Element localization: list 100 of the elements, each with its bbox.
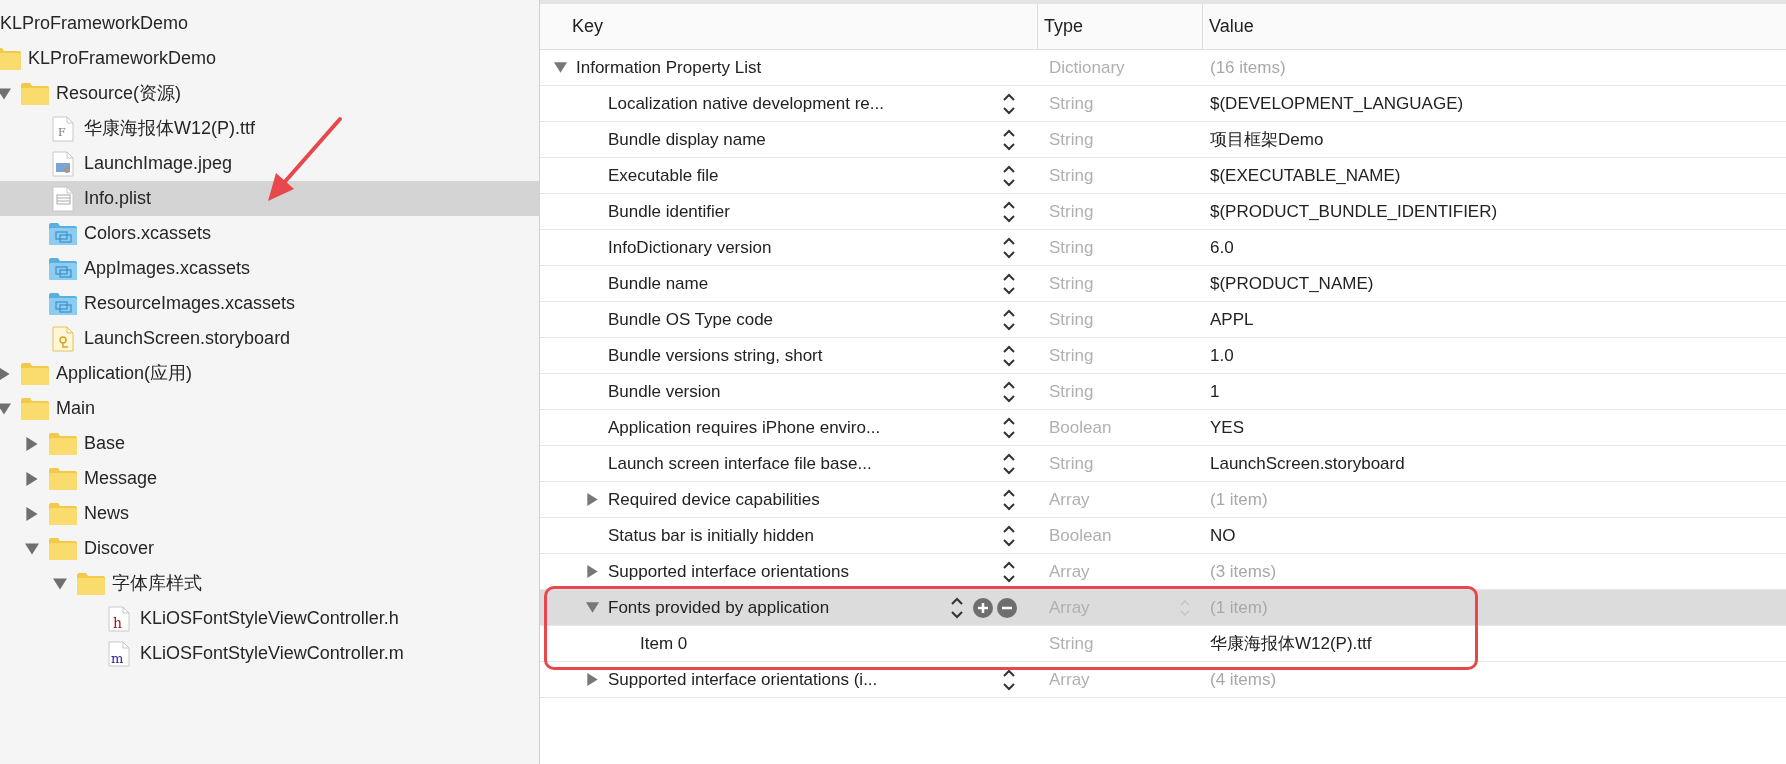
navigator-row[interactable]: KLProFrameworkDemo bbox=[0, 41, 539, 76]
navigator-row[interactable]: 字体库样式 bbox=[0, 566, 539, 601]
file-name: KLiOSFontStyleViewController.m bbox=[140, 642, 404, 665]
navigator-row[interactable]: Application(应用) bbox=[0, 356, 539, 391]
value-text: YES bbox=[1209, 416, 1245, 439]
file-name: 华康海报体W12(P).ttf bbox=[84, 117, 255, 140]
file-name: KLiOSFontStyleViewController.h bbox=[140, 607, 399, 630]
type-text: String bbox=[1049, 200, 1094, 223]
navigator-row[interactable]: h KLiOSFontStyleViewController.h bbox=[0, 601, 539, 636]
key-text: Supported interface orientations bbox=[608, 560, 849, 583]
navigator-row[interactable]: News bbox=[0, 496, 539, 531]
collapsed-triangle-icon[interactable] bbox=[0, 366, 11, 381]
navigator-row[interactable]: LaunchScreen.storyboard bbox=[0, 321, 539, 356]
key-text: Localization native development re... bbox=[608, 92, 884, 115]
key-text: Item 0 bbox=[640, 632, 688, 655]
key-text: Bundle name bbox=[608, 272, 709, 295]
file-name: Main bbox=[56, 397, 95, 420]
value-text: 6.0 bbox=[1209, 236, 1234, 259]
column-header[interactable]: Key bbox=[572, 13, 604, 40]
type-text: String bbox=[1049, 164, 1094, 187]
collapsed-triangle-icon[interactable] bbox=[586, 493, 599, 506]
value-text: 项目框架Demo bbox=[1209, 128, 1324, 151]
folder-icon bbox=[48, 466, 78, 491]
file-name: Colors.xcassets bbox=[84, 222, 212, 245]
navigator-row[interactable]: Main bbox=[0, 391, 539, 426]
file-name: LaunchImage.jpeg bbox=[84, 152, 233, 175]
value-text: LaunchScreen.storyboard bbox=[1209, 452, 1405, 475]
navigator-row[interactable]: F 华康海报体W12(P).ttf bbox=[0, 111, 539, 146]
key-text: Bundle versions string, short bbox=[608, 344, 823, 367]
folder-icon bbox=[48, 256, 78, 281]
folder-icon bbox=[0, 46, 22, 71]
add-button[interactable] bbox=[973, 597, 993, 618]
file-name: Base bbox=[84, 432, 126, 455]
navigator-row[interactable]: Base bbox=[0, 426, 539, 461]
value-text: (4 items) bbox=[1209, 668, 1277, 691]
navigator-row[interactable]: AppImages.xcassets bbox=[0, 251, 539, 286]
value-text: $(PRODUCT_NAME) bbox=[1209, 272, 1374, 295]
navigator-row[interactable]: Resource(资源) bbox=[0, 76, 539, 111]
folder-icon bbox=[20, 396, 50, 421]
file-name: ResourceImages.xcassets bbox=[84, 292, 296, 315]
type-text: String bbox=[1049, 272, 1094, 295]
collapsed-triangle-icon[interactable] bbox=[586, 673, 599, 686]
folder-icon bbox=[20, 361, 50, 386]
file-name: LaunchScreen.storyboard bbox=[84, 327, 291, 350]
file-name: News bbox=[84, 502, 129, 525]
navigator-row[interactable]: ResourceImages.xcassets bbox=[0, 286, 539, 321]
value-text: (16 items) bbox=[1209, 56, 1286, 79]
navigator-row[interactable]: Message bbox=[0, 461, 539, 496]
document-icon bbox=[52, 185, 74, 212]
type-text: Boolean bbox=[1049, 524, 1112, 547]
type-text: String bbox=[1049, 452, 1094, 475]
navigator-row[interactable]: KLProFrameworkDemo bbox=[0, 6, 539, 41]
navigator-row[interactable]: Colors.xcassets bbox=[0, 216, 539, 251]
collapsed-triangle-icon[interactable] bbox=[25, 436, 39, 451]
value-text: 1.0 bbox=[1209, 344, 1234, 367]
file-name: Resource(资源) bbox=[56, 82, 182, 105]
key-text: Bundle OS Type code bbox=[608, 308, 774, 331]
file-name: Application(应用) bbox=[56, 362, 193, 385]
type-text: String bbox=[1049, 92, 1094, 115]
expanded-triangle-icon[interactable] bbox=[25, 541, 39, 556]
expanded-triangle-icon[interactable] bbox=[53, 576, 67, 591]
expanded-triangle-icon[interactable] bbox=[554, 61, 567, 74]
key-text: Status bar is initially hidden bbox=[608, 524, 814, 547]
value-text: (1 item) bbox=[1209, 488, 1268, 511]
folder-icon bbox=[48, 501, 78, 526]
type-text: String bbox=[1049, 308, 1094, 331]
file-name: KLProFrameworkDemo bbox=[0, 12, 189, 35]
collapsed-triangle-icon[interactable] bbox=[25, 506, 39, 521]
column-header[interactable]: Value bbox=[1209, 13, 1254, 40]
value-text: $(EXECUTABLE_NAME) bbox=[1209, 164, 1401, 187]
plus-icon bbox=[978, 602, 988, 613]
key-text: Bundle display name bbox=[608, 128, 766, 151]
folder-icon bbox=[48, 536, 78, 561]
expanded-triangle-icon[interactable] bbox=[0, 401, 11, 416]
type-text: String bbox=[1049, 344, 1094, 367]
remove-button[interactable] bbox=[997, 597, 1017, 618]
navigator-row[interactable]: LaunchImage.jpeg bbox=[0, 146, 539, 181]
column-header[interactable]: Type bbox=[1044, 13, 1084, 40]
document-icon: h bbox=[108, 605, 130, 632]
value-text: $(DEVELOPMENT_LANGUAGE) bbox=[1209, 92, 1464, 115]
type-text: Array bbox=[1049, 488, 1090, 511]
font-file-icon: F bbox=[52, 115, 74, 142]
folder-icon bbox=[48, 291, 78, 316]
navigator-row[interactable]: m KLiOSFontStyleViewController.m bbox=[0, 636, 539, 671]
type-text: String bbox=[1049, 632, 1094, 655]
expanded-triangle-icon[interactable] bbox=[0, 86, 11, 101]
file-name: KLProFrameworkDemo bbox=[28, 47, 217, 70]
key-text: Bundle identifier bbox=[608, 200, 730, 223]
file-name: 字体库样式 bbox=[112, 572, 202, 595]
navigator-row[interactable]: Discover bbox=[0, 531, 539, 566]
navigator-row[interactable]: Info.plist bbox=[0, 181, 539, 216]
file-name: Info.plist bbox=[84, 187, 152, 210]
key-text: Application requires iPhone enviro... bbox=[608, 416, 881, 439]
key-text: Executable file bbox=[608, 164, 719, 187]
folder-icon bbox=[48, 431, 78, 456]
expanded-triangle-icon[interactable] bbox=[586, 601, 599, 614]
key-text: Information Property List bbox=[576, 56, 762, 79]
collapsed-triangle-icon[interactable] bbox=[25, 471, 39, 486]
document-icon: m bbox=[108, 640, 130, 667]
collapsed-triangle-icon[interactable] bbox=[586, 565, 599, 578]
